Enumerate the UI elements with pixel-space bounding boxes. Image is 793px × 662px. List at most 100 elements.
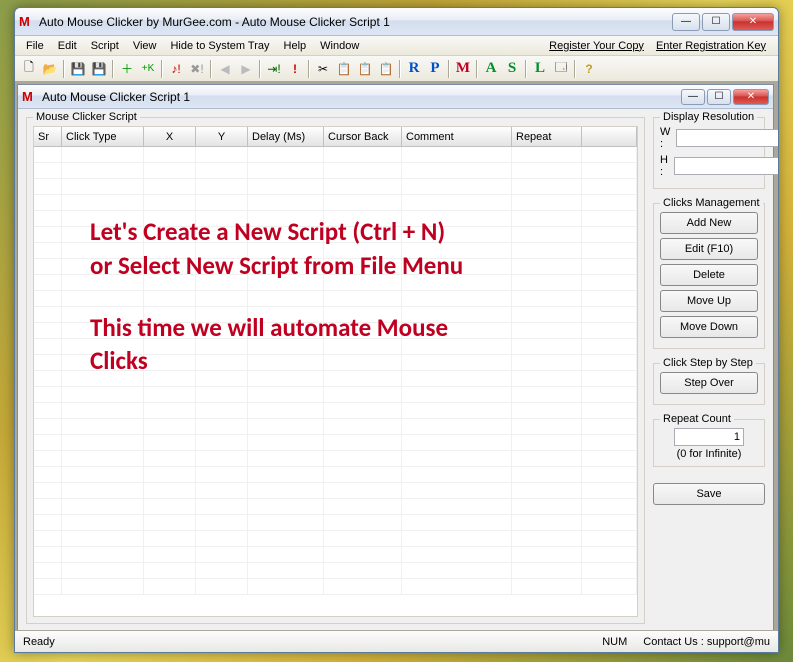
script-table[interactable]: Sr Click Type X Y Delay (Ms) Cursor Back… (33, 126, 638, 617)
copy-icon[interactable]: 📋 (334, 59, 354, 79)
overlay-line1: Let's Create a New Script (Ctrl + N) or … (90, 215, 470, 283)
menu-file[interactable]: File (19, 38, 51, 54)
height-input[interactable] (674, 157, 778, 175)
table-row[interactable] (34, 579, 637, 595)
r-button[interactable]: R (404, 59, 424, 79)
display-resolution-group: Display Resolution W : H : (653, 117, 765, 189)
s-button[interactable]: S (502, 59, 522, 79)
prev-icon[interactable]: ◀ (215, 59, 235, 79)
menubar: File Edit Script View Hide to System Tra… (15, 36, 778, 56)
l-button[interactable]: L (530, 59, 550, 79)
edit-icon[interactable]: ♪! (166, 59, 186, 79)
height-label: H : (660, 154, 668, 178)
move-up-button[interactable]: Move Up (660, 290, 758, 312)
step-over-button[interactable]: Step Over (660, 372, 758, 394)
add-key-icon[interactable]: +K (138, 59, 158, 79)
open-icon[interactable]: 📂 (40, 59, 60, 79)
table-row[interactable] (34, 499, 637, 515)
status-ready: Ready (23, 636, 55, 648)
window-icon[interactable]: 🗔 (551, 59, 571, 79)
mdi-area: M Auto Mouse Clicker Script 1 — ☐ ✕ Mous… (15, 82, 778, 630)
col-click-type[interactable]: Click Type (62, 127, 144, 146)
m-button[interactable]: M (453, 59, 473, 79)
edit-button[interactable]: Edit (F10) (660, 238, 758, 260)
delete-button[interactable]: Delete (660, 264, 758, 286)
col-repeat[interactable]: Repeat (512, 127, 582, 146)
minimize-button[interactable]: — (672, 13, 700, 31)
toolbar: 🗋 📂 💾 💾 ＋ +K ♪! ✖! ◀ ▶ ⇥! ! ✂ 📋 📋 📋 R P … (15, 56, 778, 82)
next-icon[interactable]: ▶ (236, 59, 256, 79)
repeat-input[interactable] (674, 428, 744, 446)
paste2-icon[interactable]: 📋 (376, 59, 396, 79)
app-icon: M (19, 14, 35, 30)
width-input[interactable] (676, 129, 778, 147)
table-row[interactable] (34, 531, 637, 547)
move-down-button[interactable]: Move Down (660, 316, 758, 338)
child-app-icon: M (22, 89, 38, 105)
add-icon[interactable]: ＋ (117, 59, 137, 79)
table-row[interactable] (34, 403, 637, 419)
window-controls: — ☐ ✕ (672, 13, 774, 31)
col-x[interactable]: X (144, 127, 196, 146)
main-window: M Auto Mouse Clicker by MurGee.com - Aut… (14, 7, 779, 653)
table-row[interactable] (34, 467, 637, 483)
register-link[interactable]: Register Your Copy (549, 40, 644, 52)
save-all-icon[interactable]: 💾 (89, 59, 109, 79)
window-title: Auto Mouse Clicker by MurGee.com - Auto … (39, 15, 672, 29)
right-panel: Display Resolution W : H : Clicks Manage… (653, 117, 765, 630)
table-row[interactable] (34, 435, 637, 451)
tutorial-overlay: Let's Create a New Script (Ctrl + N) or … (90, 215, 470, 378)
close-button[interactable]: ✕ (732, 13, 774, 31)
table-row[interactable] (34, 387, 637, 403)
menu-script[interactable]: Script (84, 38, 126, 54)
col-sr[interactable]: Sr (34, 127, 62, 146)
col-cursor-back[interactable]: Cursor Back (324, 127, 402, 146)
repeat-hint: (0 for Infinite) (660, 448, 758, 460)
col-comment[interactable]: Comment (402, 127, 512, 146)
table-row[interactable] (34, 179, 637, 195)
col-y[interactable]: Y (196, 127, 248, 146)
table-row[interactable] (34, 451, 637, 467)
menu-view[interactable]: View (126, 38, 164, 54)
menu-edit[interactable]: Edit (51, 38, 84, 54)
menu-help[interactable]: Help (277, 38, 314, 54)
child-minimize-button[interactable]: — (681, 89, 705, 105)
paste-icon[interactable]: 📋 (355, 59, 375, 79)
script-group-title: Mouse Clicker Script (33, 111, 140, 123)
a-button[interactable]: A (481, 59, 501, 79)
table-row[interactable] (34, 547, 637, 563)
table-row[interactable] (34, 147, 637, 163)
table-row[interactable] (34, 515, 637, 531)
p-button[interactable]: P (425, 59, 445, 79)
status-num: NUM (602, 636, 627, 648)
help-icon[interactable]: ? (579, 59, 599, 79)
table-row[interactable] (34, 419, 637, 435)
child-titlebar[interactable]: M Auto Mouse Clicker Script 1 — ☐ ✕ (18, 85, 773, 109)
repeat-title: Repeat Count (660, 413, 734, 425)
table-row[interactable] (34, 483, 637, 499)
stop-icon[interactable]: ! (285, 59, 305, 79)
col-delay[interactable]: Delay (Ms) (248, 127, 324, 146)
new-icon[interactable]: 🗋 (19, 59, 39, 79)
save-icon[interactable]: 💾 (68, 59, 88, 79)
step-title: Click Step by Step (660, 357, 756, 369)
add-new-button[interactable]: Add New (660, 212, 758, 234)
clicks-mgmt-title: Clicks Management (660, 197, 763, 209)
save-button[interactable]: Save (653, 483, 765, 505)
child-title: Auto Mouse Clicker Script 1 (42, 90, 681, 104)
clicks-management-group: Clicks Management Add New Edit (F10) Del… (653, 203, 765, 349)
child-close-button[interactable]: ✕ (733, 89, 769, 105)
enter-key-link[interactable]: Enter Registration Key (656, 40, 766, 52)
run-icon[interactable]: ⇥! (264, 59, 284, 79)
menu-window[interactable]: Window (313, 38, 366, 54)
cut-icon[interactable]: ✂ (313, 59, 333, 79)
table-row[interactable] (34, 563, 637, 579)
table-row[interactable] (34, 195, 637, 211)
child-maximize-button[interactable]: ☐ (707, 89, 731, 105)
menu-hide-tray[interactable]: Hide to System Tray (163, 38, 276, 54)
delete-icon[interactable]: ✖! (187, 59, 207, 79)
maximize-button[interactable]: ☐ (702, 13, 730, 31)
repeat-count-group: Repeat Count (0 for Infinite) (653, 419, 765, 467)
table-row[interactable] (34, 163, 637, 179)
titlebar[interactable]: M Auto Mouse Clicker by MurGee.com - Aut… (15, 8, 778, 36)
